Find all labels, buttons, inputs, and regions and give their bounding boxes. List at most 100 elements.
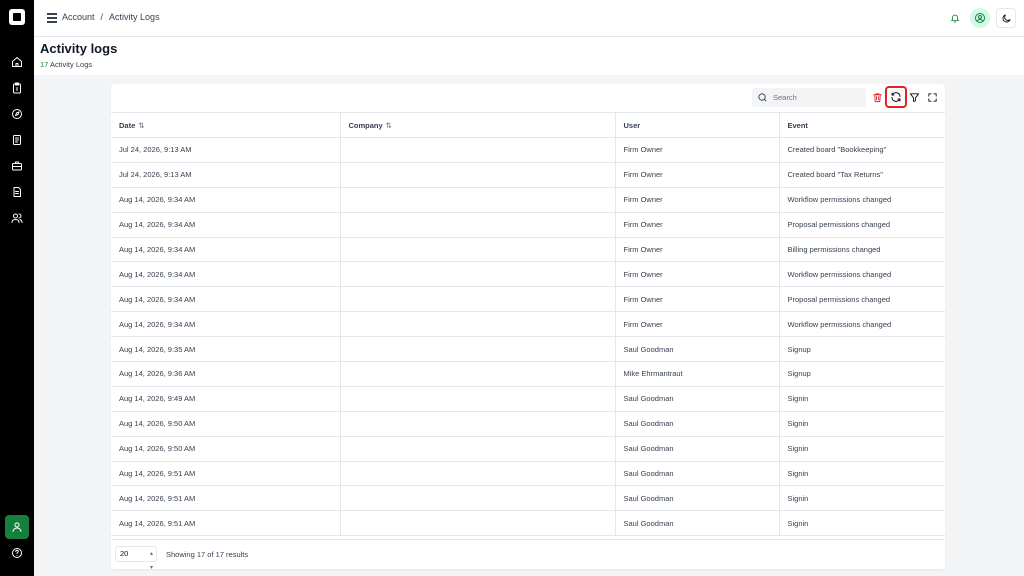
sidebar — [0, 0, 34, 576]
cell-user: Saul Goodman — [615, 485, 780, 512]
column-header-event: Event — [779, 112, 945, 138]
cell-company — [340, 411, 616, 437]
cell-date: Aug 14, 2026, 9:34 AM — [111, 261, 341, 288]
filter-icon[interactable] — [906, 89, 922, 105]
activity-table: Date ⇅ Company ⇅ User Event Jul 24, 2026, … — [111, 112, 945, 537]
cell-user: Saul Goodman — [615, 510, 780, 537]
breadcrumb-current: Activity Logs — [109, 12, 160, 22]
sort-icon[interactable]: ⇅ — [386, 121, 392, 130]
column-header-date[interactable]: Date ⇅ — [111, 112, 341, 138]
cell-company — [340, 361, 616, 387]
search-input[interactable] — [773, 93, 858, 102]
user-icon[interactable] — [5, 515, 29, 539]
cell-user: Firm Owner — [615, 311, 780, 338]
cell-user: Firm Owner — [615, 162, 780, 188]
cell-event: Workflow permissions changed — [779, 261, 945, 288]
table-row[interactable]: Aug 14, 2026, 9:34 AM Firm Owner Workflow … — [111, 311, 945, 338]
file-icon[interactable] — [9, 184, 25, 200]
search-box[interactable] — [752, 88, 866, 107]
refresh-icon[interactable] — [885, 86, 907, 108]
cell-company — [340, 485, 616, 512]
table-row[interactable]: Aug 14, 2026, 9:35 AM Saul Goodman Signup — [111, 336, 945, 363]
table-row[interactable]: Aug 14, 2026, 9:50 AM Saul Goodman Signin — [111, 411, 945, 437]
search-icon — [758, 93, 767, 102]
table-row[interactable]: Aug 14, 2026, 9:34 AM Firm Owner Workflow … — [111, 187, 945, 213]
table-row[interactable]: Aug 14, 2026, 9:34 AM Firm Owner Proposal … — [111, 286, 945, 313]
table-footer: 20 ▴ ▾ Showing 17 of 17 results — [111, 539, 945, 569]
cell-event: Workflow permissions changed — [779, 187, 945, 213]
cell-date: Aug 14, 2026, 9:51 AM — [111, 461, 341, 487]
breadcrumb-separator: / — [100, 12, 104, 22]
briefcase-icon[interactable] — [9, 158, 25, 174]
bell-icon[interactable] — [947, 8, 963, 28]
compass-icon[interactable] — [9, 106, 25, 122]
table-row[interactable]: Aug 14, 2026, 9:36 AM Mike Ehrmantraut Sig… — [111, 361, 945, 387]
document-icon[interactable] — [9, 132, 25, 148]
help-icon[interactable] — [9, 545, 25, 561]
cell-date: Aug 14, 2026, 9:36 AM — [111, 361, 341, 387]
cell-event: Workflow permissions changed — [779, 311, 945, 338]
cell-event: Proposal permissions changed — [779, 286, 945, 313]
page-size-select[interactable]: 20 ▴ ▾ — [115, 546, 157, 569]
cell-user: Firm Owner — [615, 286, 780, 313]
home-icon[interactable] — [9, 54, 25, 70]
cell-user: Firm Owner — [615, 237, 780, 263]
cell-date: Aug 14, 2026, 9:34 AM — [111, 286, 341, 313]
cell-company — [340, 461, 616, 487]
cell-date: Aug 14, 2026, 9:51 AM — [111, 510, 341, 537]
breadcrumb-parent[interactable]: Account — [62, 12, 95, 22]
trash-icon[interactable] — [869, 89, 885, 105]
table-row[interactable]: Aug 14, 2026, 9:34 AM Firm Owner Workflow … — [111, 261, 945, 288]
cell-user: Mike Ehrmantraut — [615, 361, 780, 387]
cell-event: Created board "Bookkeeping" — [779, 137, 945, 163]
app-logo[interactable] — [9, 9, 25, 25]
menu-icon[interactable] — [47, 13, 57, 23]
cell-company — [340, 261, 616, 288]
user-circle-icon[interactable] — [970, 8, 990, 28]
top-bar: Account / Activity Logs — [34, 0, 1024, 37]
cell-user: Saul Goodman — [615, 386, 780, 412]
cell-event: Signin — [779, 485, 945, 512]
table-row[interactable]: Aug 14, 2026, 9:51 AM Saul Goodman Signin — [111, 485, 945, 512]
page-size-value: 20 — [120, 549, 129, 558]
cell-user: Saul Goodman — [615, 411, 780, 437]
cell-company — [340, 311, 616, 338]
cell-date: Jul 24, 2026, 9:13 AM — [111, 137, 341, 163]
clipboard-icon[interactable] — [9, 80, 25, 96]
cell-event: Billing permissions changed — [779, 237, 945, 263]
sort-icon[interactable]: ⇅ — [138, 121, 144, 130]
cell-date: Aug 14, 2026, 9:34 AM — [111, 237, 341, 263]
table-row[interactable]: Jul 24, 2026, 9:13 AM Firm Owner Created b… — [111, 162, 945, 188]
column-header-company[interactable]: Company ⇅ — [340, 112, 616, 138]
cell-event: Signup — [779, 361, 945, 387]
cell-company — [340, 286, 616, 313]
cell-company — [340, 137, 616, 163]
page-title: Activity logs — [40, 41, 118, 56]
cell-user: Firm Owner — [615, 212, 780, 238]
cell-company — [340, 237, 616, 263]
cell-company — [340, 336, 616, 363]
table-row[interactable]: Aug 14, 2026, 9:34 AM Firm Owner Billing p… — [111, 237, 945, 263]
cell-event: Signin — [779, 510, 945, 537]
table-row[interactable]: Aug 14, 2026, 9:49 AM Saul Goodman Signin — [111, 386, 945, 412]
fullscreen-icon[interactable] — [924, 89, 940, 105]
chevron-updown-icon: ▴ ▾ — [149, 551, 153, 569]
cell-event: Proposal permissions changed — [779, 212, 945, 238]
table-row[interactable]: Aug 14, 2026, 9:51 AM Saul Goodman Signin — [111, 461, 945, 487]
table-row[interactable]: Jul 24, 2026, 9:13 AM Firm Owner Created b… — [111, 137, 945, 163]
users-icon[interactable] — [9, 210, 25, 226]
log-count-label: Activity Logs — [50, 60, 93, 69]
breadcrumb: Account / Activity Logs — [62, 12, 160, 22]
activity-table-card: Date⇅ Company⇅ User Event Jul 24, 2026, … — [111, 84, 945, 569]
cell-event: Signin — [779, 436, 945, 462]
table-row[interactable]: Aug 14, 2026, 9:34 AM Firm Owner Proposal … — [111, 212, 945, 238]
page-subtitle: 17 Activity Logs — [40, 60, 92, 69]
moon-icon[interactable] — [996, 8, 1016, 28]
log-count: 17 — [40, 60, 49, 69]
cell-user: Firm Owner — [615, 261, 780, 288]
page-header: Activity logs 17 Activity Logs — [34, 37, 1024, 75]
cell-event: Created board "Tax Returns" — [779, 162, 945, 188]
cell-user: Saul Goodman — [615, 336, 780, 363]
table-row[interactable]: Aug 14, 2026, 9:51 AM Saul Goodman Signin — [111, 510, 945, 537]
table-row[interactable]: Aug 14, 2026, 9:50 AM Saul Goodman Signin — [111, 436, 945, 462]
